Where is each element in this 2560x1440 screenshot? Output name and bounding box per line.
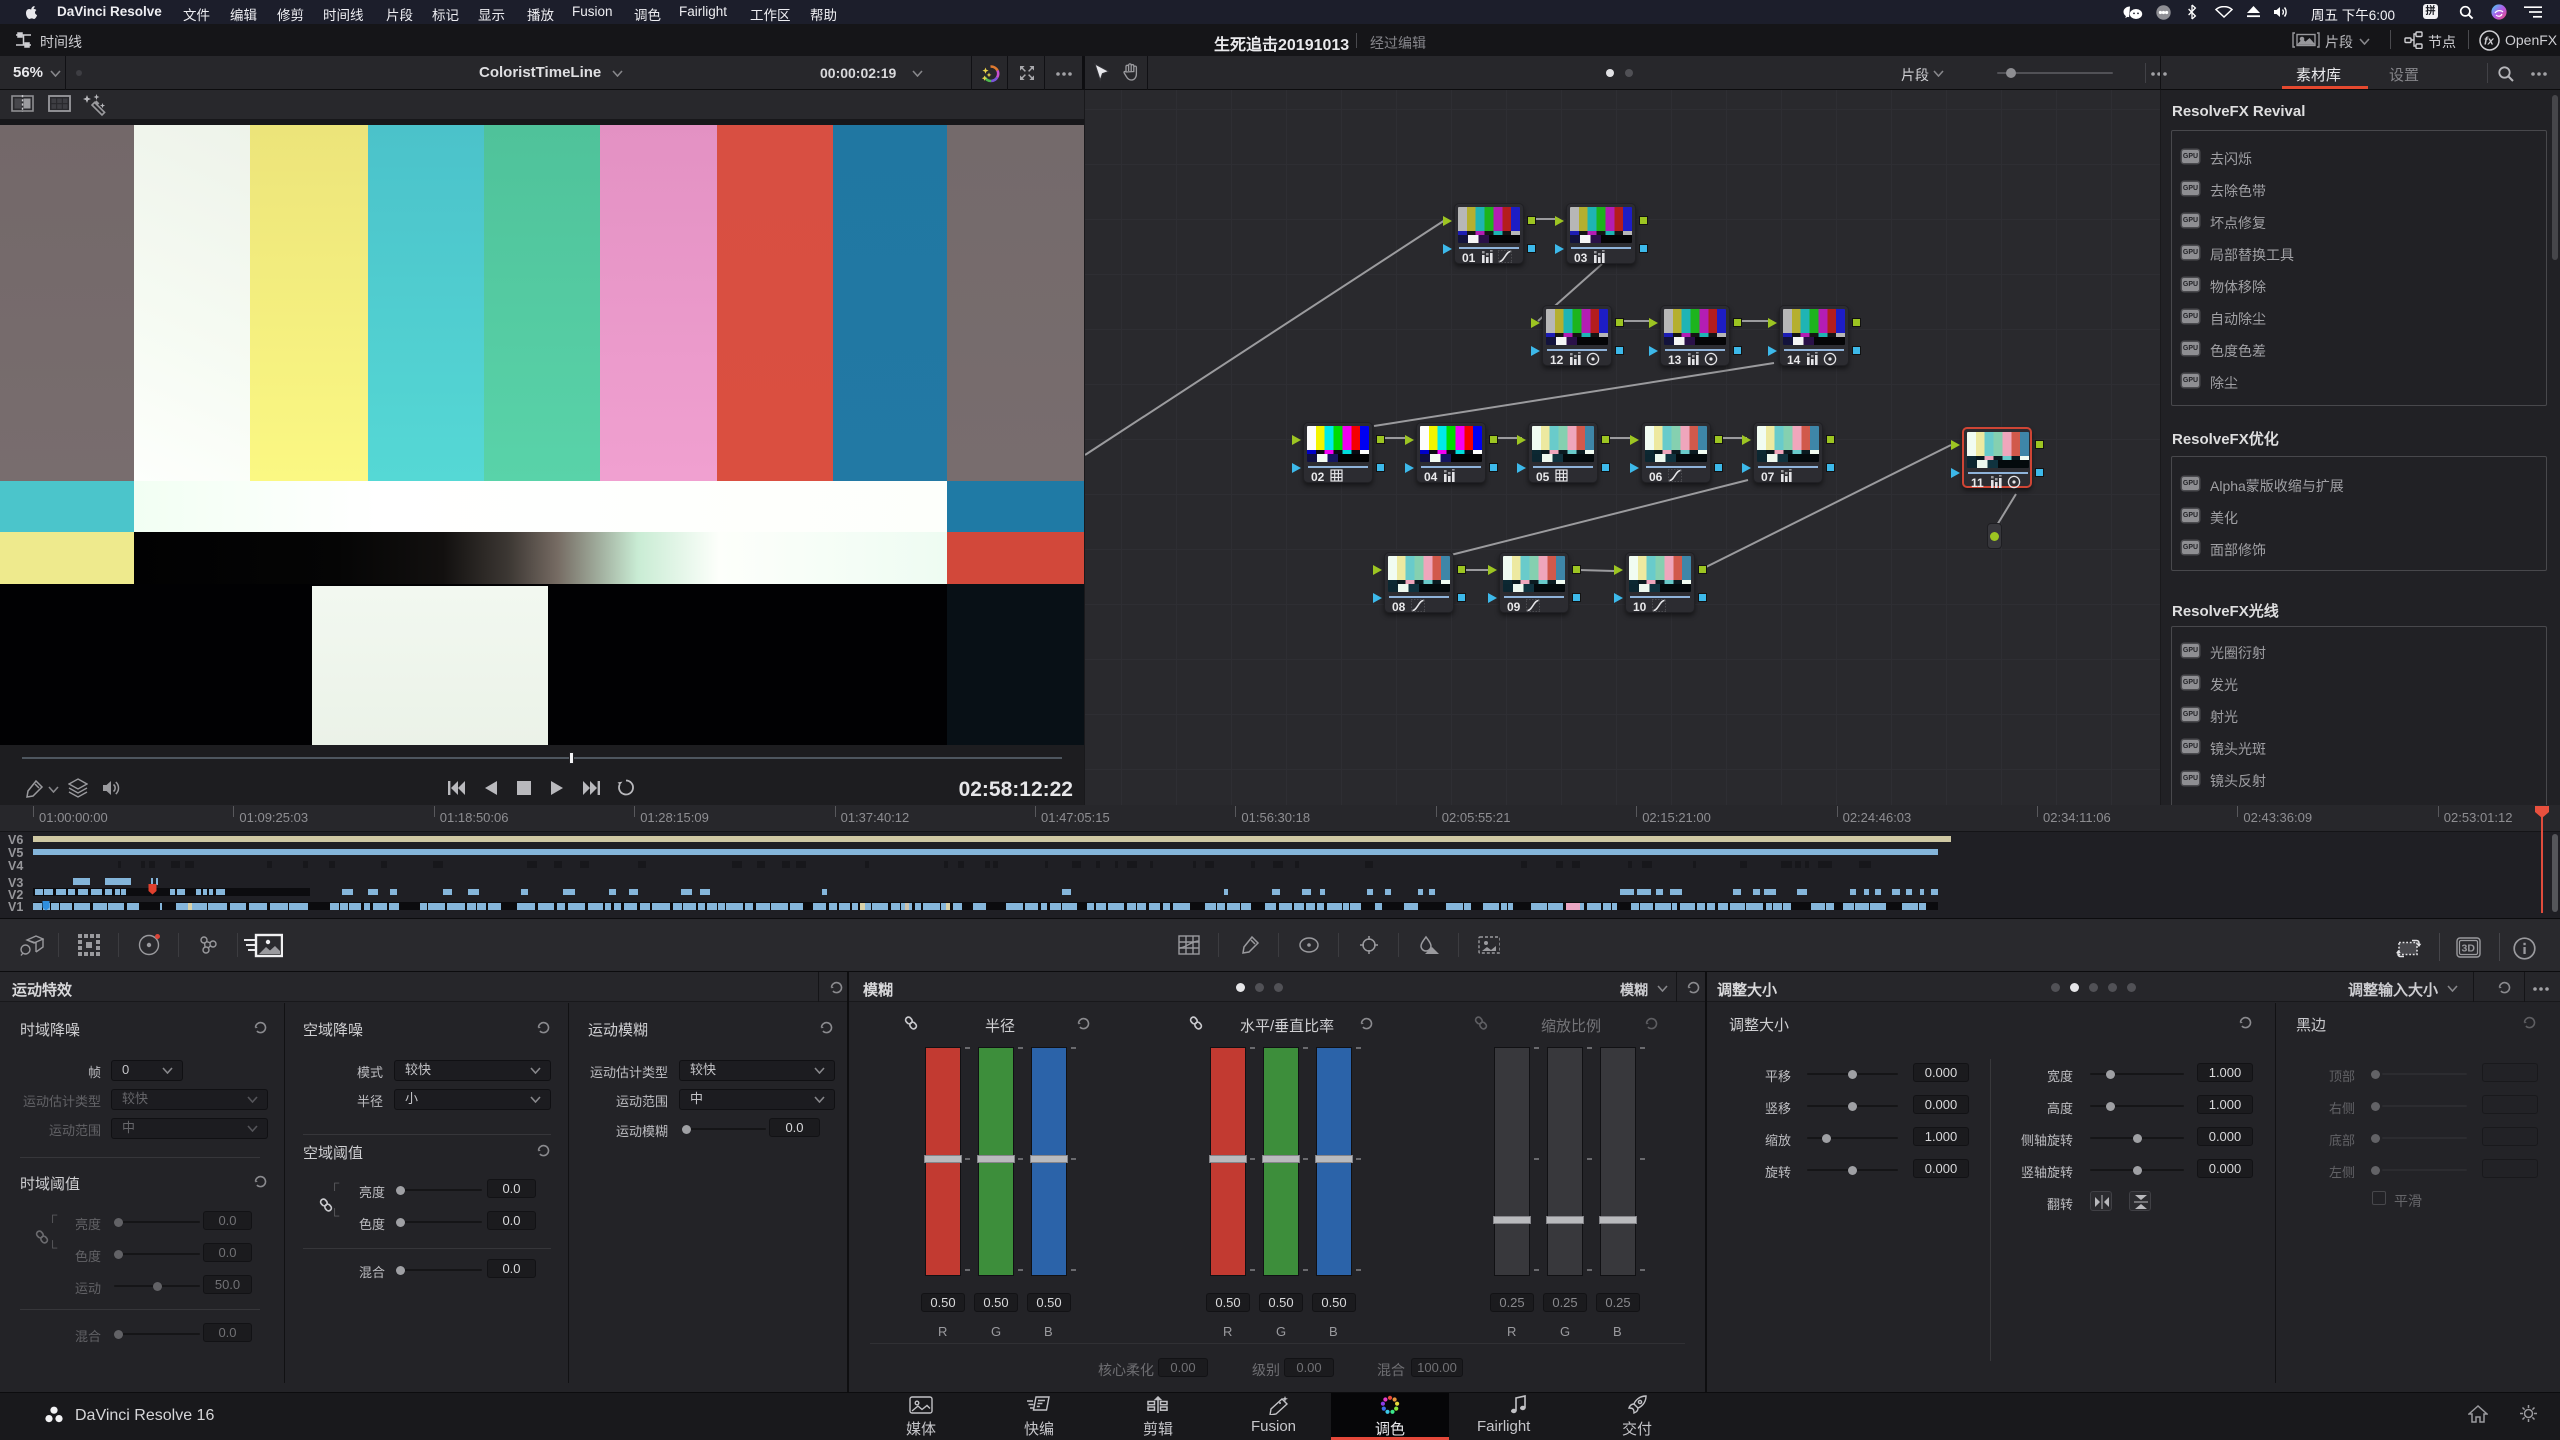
svg-text:3D: 3D	[2462, 943, 2476, 955]
svg-text:fx: fx	[2484, 36, 2495, 48]
